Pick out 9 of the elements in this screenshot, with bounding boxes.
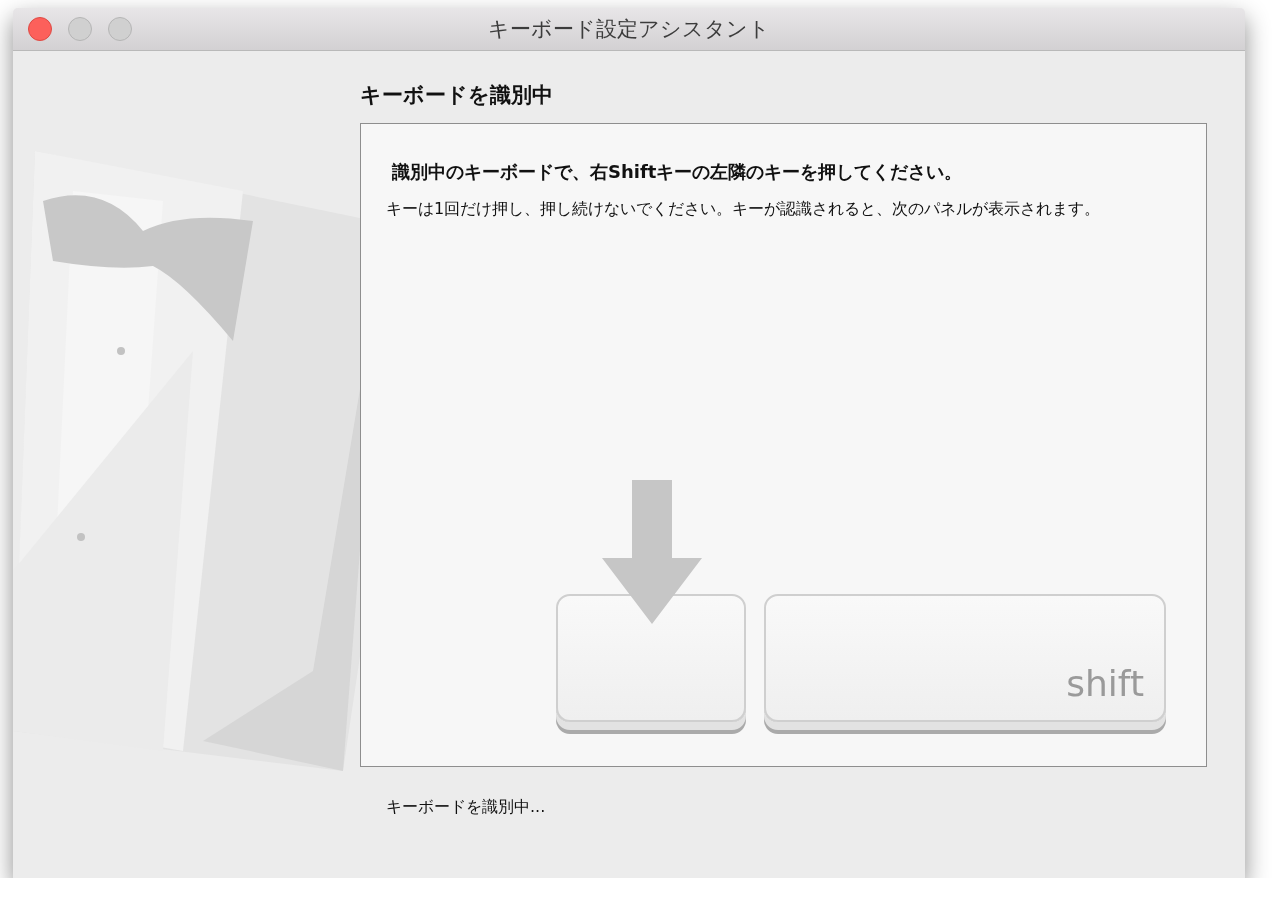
instruction-text: 識別中のキーボードで、右Shiftキーの左隣のキーを押してください。 [392, 160, 964, 184]
window-title: キーボード設定アシスタント [488, 16, 770, 43]
key-label: shift [1066, 663, 1144, 704]
zoom-button[interactable] [108, 17, 132, 41]
description-text: キーは1回だけ押し、押し続けないでください。キーが認識されると、次のパネルが表示されます。 [386, 198, 1102, 220]
status-text: キーボードを識別中... [386, 797, 547, 818]
close-button[interactable] [28, 17, 52, 41]
section-heading: キーボードを識別中 [360, 82, 554, 109]
minimize-button[interactable] [68, 17, 92, 41]
